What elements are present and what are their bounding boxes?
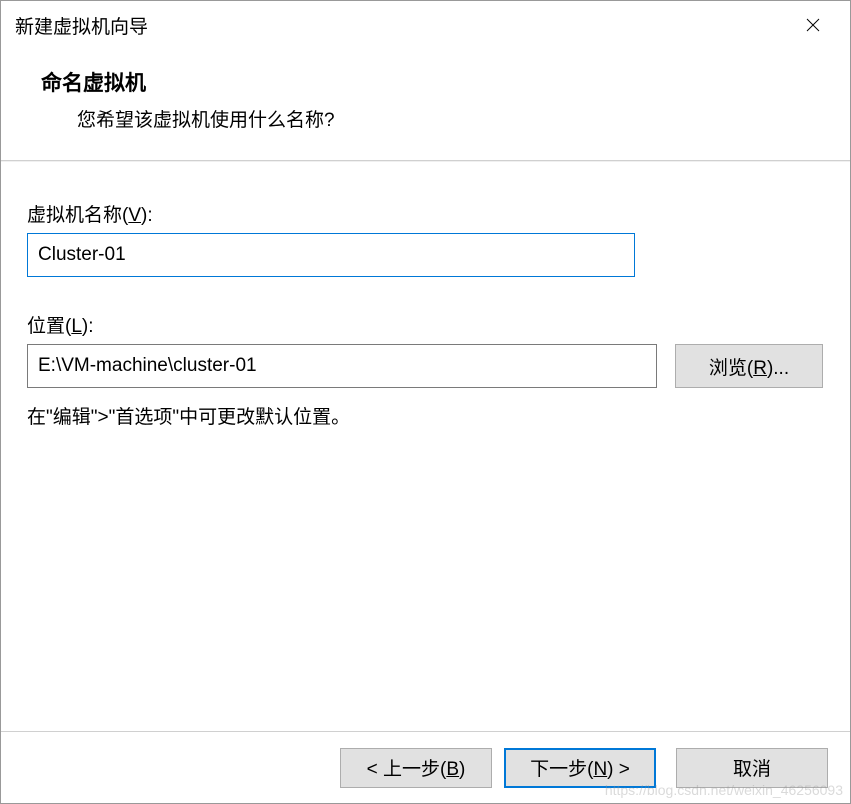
next-button[interactable]: 下一步(N) >: [504, 748, 656, 788]
wizard-window: 新建虚拟机向导 命名虚拟机 您希望该虚拟机使用什么名称? 虚拟机名称(V): 位…: [0, 0, 851, 804]
close-button[interactable]: [790, 9, 836, 41]
location-hint: 在"编辑">"首选项"中可更改默认位置。: [27, 402, 824, 429]
titlebar: 新建虚拟机向导: [1, 1, 850, 49]
location-label: 位置(L):: [27, 311, 824, 338]
page-title: 命名虚拟机: [41, 67, 836, 97]
location-input[interactable]: [27, 344, 657, 388]
vm-name-input[interactable]: [27, 233, 635, 277]
page-subtitle: 您希望该虚拟机使用什么名称?: [77, 105, 836, 132]
vm-name-label: 虚拟机名称(V):: [27, 200, 824, 227]
back-button[interactable]: < 上一步(B): [340, 748, 492, 788]
header-panel: 命名虚拟机 您希望该虚拟机使用什么名称?: [1, 49, 850, 161]
browse-button[interactable]: 浏览(R)...: [675, 344, 823, 388]
footer: < 上一步(B) 下一步(N) > 取消: [1, 731, 850, 803]
window-title: 新建虚拟机向导: [15, 12, 148, 39]
content-area: 虚拟机名称(V): 位置(L): 浏览(R)... 在"编辑">"首选项"中可更…: [1, 161, 850, 731]
location-row: 浏览(R)...: [27, 344, 824, 388]
cancel-button[interactable]: 取消: [676, 748, 828, 788]
close-icon: [806, 18, 820, 32]
